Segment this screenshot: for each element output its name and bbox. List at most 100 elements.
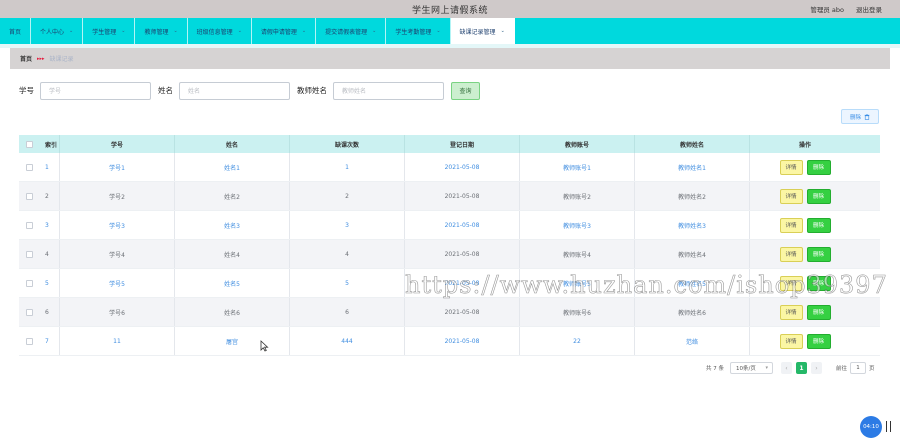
name-input[interactable]: 姓名 [179, 81, 290, 100]
main-nav: 首页 个人中心 ⌄ 学生管理 ⌄ 教师管理 ⌄ 班级信息管理 ⌄ 请假申请管理 ⌄ 提交请假表管理 ⌄ 学… [0, 18, 900, 44]
delete-button[interactable]: 删除 [806, 217, 831, 233]
breadcrumb: 首页 ▸▸▸ 缺课记录 [10, 48, 890, 69]
page-size-select[interactable]: 10条/页 ▾ [730, 362, 773, 374]
teacher-name-input[interactable]: 教师姓名 [333, 81, 444, 100]
nav-item-3[interactable]: 教师管理 ⌄ [135, 18, 188, 44]
cell-teacher-name: 教师姓名6 [634, 298, 749, 326]
row-checkbox[interactable] [25, 337, 33, 345]
chevron-down-icon: ⌄ [372, 28, 377, 34]
teacher-name-label: 教师姓名 [297, 86, 327, 95]
header-teacher-name: 教师姓名 [634, 135, 749, 153]
cell-teacher-name: 教师姓名2 [634, 182, 749, 210]
row-checkbox[interactable] [25, 250, 33, 258]
row-checkbox[interactable] [25, 192, 33, 200]
cell-date: 2021-05-08 [404, 182, 519, 210]
pagination: 共 7 条 10条/页 ▾ ‹ 1 › 前往 1 页 [706, 361, 875, 375]
nav-item-label: 提交请假表管理 [325, 28, 368, 36]
nav-item-label: 学生考勤管理 [395, 28, 432, 36]
cell-student-no: 学号2 [59, 182, 174, 210]
nav-item-label: 首页 [9, 28, 22, 36]
delete-button[interactable]: 删除 [806, 304, 831, 320]
cell-teacher-no: 教师账号3 [519, 211, 634, 239]
nav-item-7[interactable]: 学生考勤管理 ⌄ [386, 18, 451, 44]
detail-button[interactable]: 详情 [779, 304, 803, 320]
select-all-checkbox[interactable] [25, 140, 33, 148]
cell-absence-count: 444 [289, 327, 404, 355]
chevron-down-icon: ⌄ [69, 28, 74, 34]
nav-item-6[interactable]: 提交请假表管理 ⌄ [316, 18, 387, 44]
absence-table: 索引 学号 姓名 缺课次数 登记日期 教师账号 教师姓名 操作 1 学号1 姓名1 1… [19, 135, 880, 356]
cell-teacher-no: 教师账号4 [519, 240, 634, 268]
cell-name: 姓名4 [174, 240, 289, 268]
row-checkbox[interactable] [25, 221, 33, 229]
cell-name: 姓名3 [174, 211, 289, 239]
name-label: 姓名 [158, 86, 173, 95]
row-checkbox[interactable] [25, 163, 33, 171]
pause-icon[interactable] [886, 421, 891, 432]
nav-item-2[interactable]: 学生管理 ⌄ [83, 18, 136, 44]
delete-button[interactable]: 删除 [806, 159, 831, 175]
cell-absence-count: 4 [289, 240, 404, 268]
page-number-button[interactable]: 1 [796, 362, 807, 374]
cell-absence-count: 1 [289, 153, 404, 181]
nav-item-8[interactable]: 缺课记录管理 ⌄ [450, 18, 515, 44]
goto-page-input[interactable]: 1 [850, 362, 867, 374]
table-row[interactable]: 6 学号6 姓名6 6 2021-05-08 教师账号6 教师姓名6 详情 删除 [19, 298, 880, 327]
nav-item-5[interactable]: 请假申请管理 ⌄ [252, 18, 317, 44]
pager-total: 共 7 条 [706, 366, 724, 372]
detail-button[interactable]: 详情 [779, 188, 803, 204]
table-row[interactable]: 1 学号1 姓名1 1 2021-05-08 教师账号1 教师姓名1 详情 删除 [19, 153, 880, 182]
nav-item-label: 学生管理 [92, 28, 117, 36]
trash-icon [864, 113, 870, 120]
page-size-value: 10条/页 [736, 366, 756, 372]
table-row[interactable]: 2 学号2 姓名2 2 2021-05-08 教师账号2 教师姓名2 详情 删除 [19, 182, 880, 211]
next-page-button[interactable]: › [811, 362, 822, 374]
cell-actions: 详情 删除 [749, 298, 860, 326]
cell-teacher-no: 教师账号2 [519, 182, 634, 210]
cell-teacher-name: 教师姓名3 [634, 211, 749, 239]
student-no-label: 学号 [19, 86, 34, 95]
cell-actions: 详情 删除 [749, 182, 860, 210]
query-button[interactable]: 查询 [451, 81, 480, 100]
recording-timer[interactable]: 04:10 [860, 416, 882, 438]
delete-button[interactable]: 删除 [806, 246, 831, 262]
cell-actions: 详情 删除 [749, 153, 860, 181]
cell-name: 姓名2 [174, 182, 289, 210]
detail-button[interactable]: 详情 [779, 159, 803, 175]
logout-link[interactable]: 退出登录 [856, 4, 882, 14]
batch-delete-button[interactable]: 删除 [841, 109, 879, 124]
chevron-down-icon: ⌄ [173, 28, 178, 34]
cell-index: 5 [45, 279, 49, 287]
cell-index: 2 [45, 192, 49, 200]
cell-date: 2021-05-08 [404, 211, 519, 239]
cell-index: 3 [45, 221, 49, 229]
student-no-input[interactable]: 学号 [40, 81, 151, 100]
detail-button[interactable]: 详情 [779, 333, 803, 349]
nav-item-4[interactable]: 班级信息管理 ⌄ [188, 18, 252, 44]
detail-button[interactable]: 详情 [779, 246, 803, 262]
chevron-down-icon: ▾ [765, 365, 768, 371]
delete-button[interactable]: 删除 [806, 333, 831, 349]
header-teacher-no: 教师账号 [519, 135, 634, 153]
chevron-down-icon: ⌄ [301, 28, 307, 34]
nav-item-0[interactable]: 首页 [0, 18, 32, 44]
prev-page-button[interactable]: ‹ [781, 362, 792, 374]
breadcrumb-home[interactable]: 首页 [20, 54, 32, 63]
nav-item-label: 班级信息管理 [196, 28, 233, 36]
breadcrumb-separator-icon: ▸▸▸ [37, 55, 45, 62]
table-row[interactable]: 7 11 屠宫 444 2021-05-08 22 范络 详情 删除 [19, 327, 880, 356]
cell-student-no: 11 [59, 327, 174, 355]
header-absence-count: 缺课次数 [289, 135, 404, 153]
delete-button[interactable]: 删除 [806, 188, 831, 204]
header-index: 索引 [45, 141, 58, 149]
detail-button[interactable]: 详情 [779, 217, 803, 233]
row-checkbox[interactable] [25, 279, 33, 287]
cell-index: 6 [45, 308, 49, 316]
table-row[interactable]: 4 学号4 姓名4 4 2021-05-08 教师账号4 教师姓名4 详情 删除 [19, 240, 880, 269]
table-row[interactable]: 3 学号3 姓名3 3 2021-05-08 教师账号3 教师姓名3 详情 删除 [19, 211, 880, 240]
cell-teacher-no: 教师账号6 [519, 298, 634, 326]
row-checkbox[interactable] [25, 308, 33, 316]
nav-item-1[interactable]: 个人中心 ⌄ [31, 18, 84, 44]
goto-page: 前往 1 页 [836, 362, 875, 374]
cell-name: 屠宫 [174, 327, 289, 355]
